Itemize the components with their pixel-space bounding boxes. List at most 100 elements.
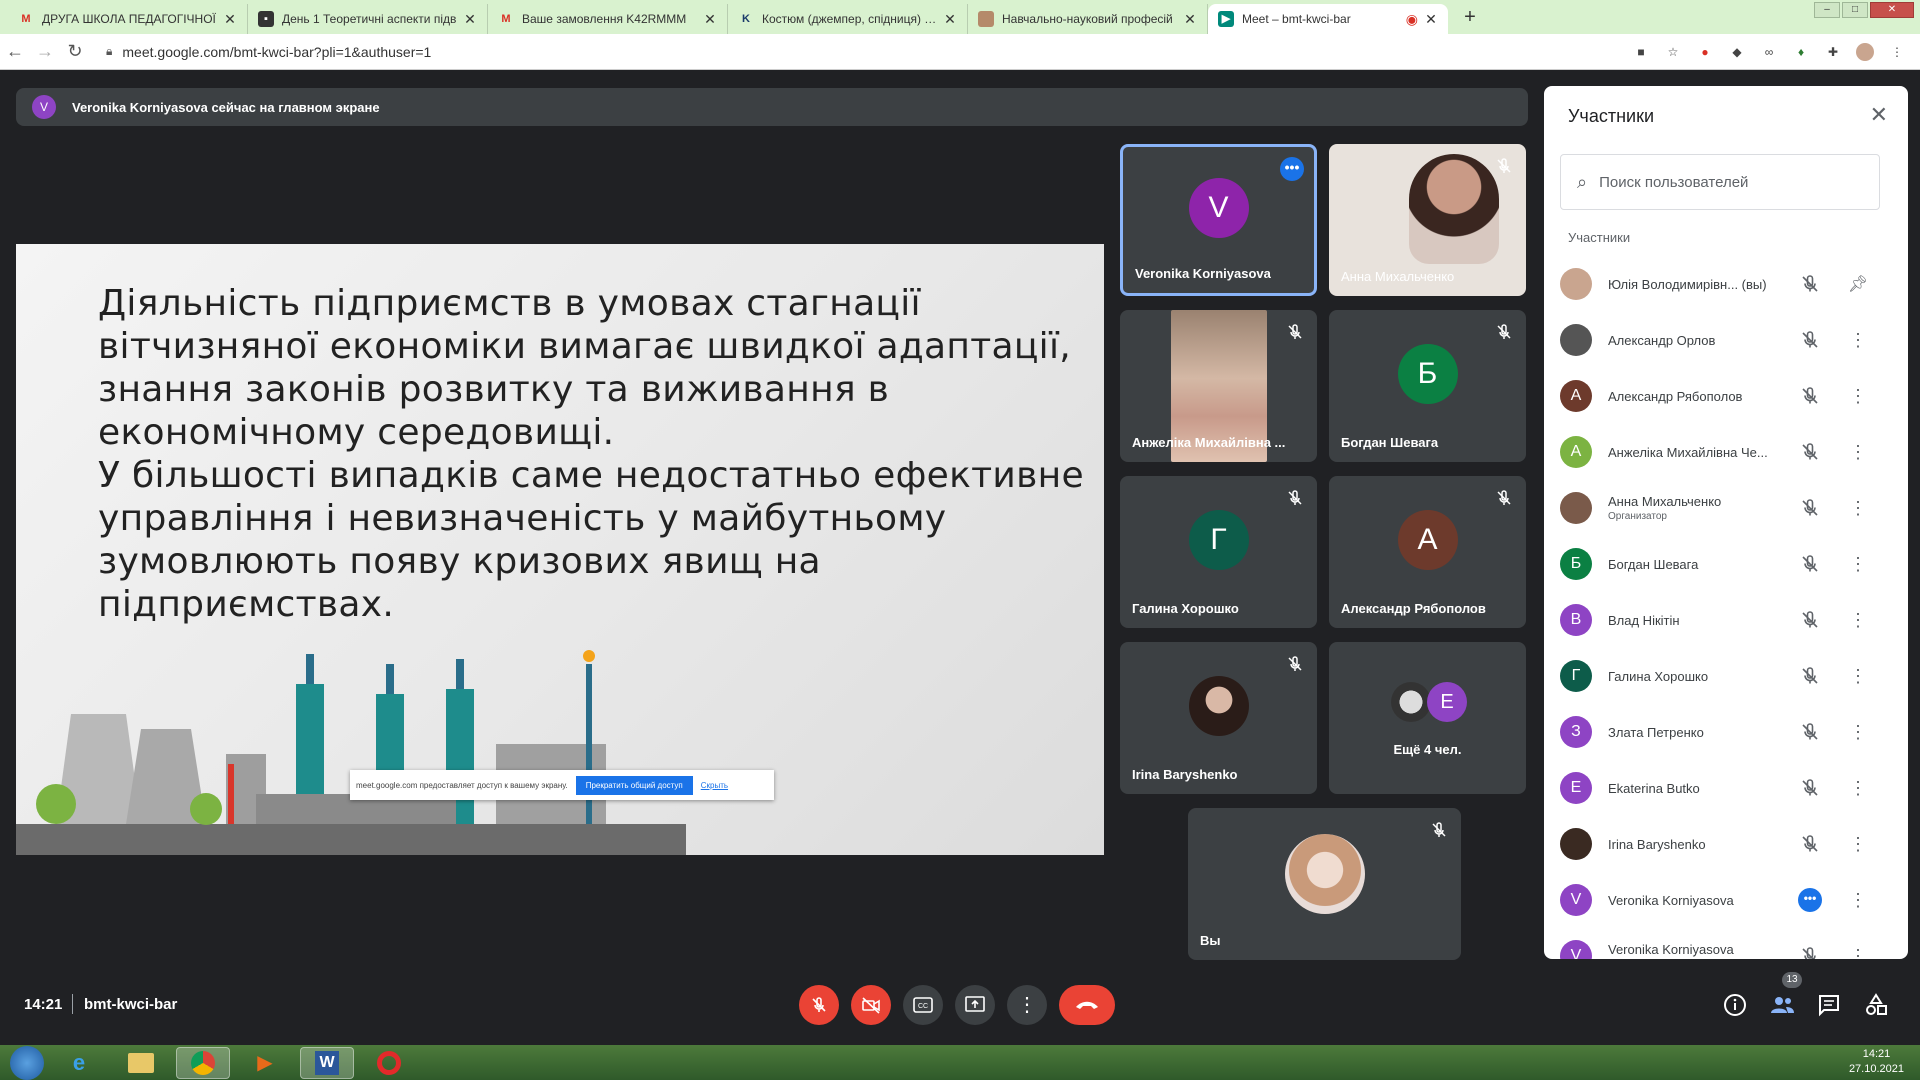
mic-toggle-button[interactable] [799, 985, 839, 1025]
chrome-icon[interactable] [176, 1046, 230, 1079]
browser-tab[interactable]: ▪ День 1 Теоретичні аспекти підв ✕ [248, 4, 488, 34]
close-window-button[interactable]: ✕ [1870, 2, 1914, 18]
participant-list-item[interactable]: Юлія Володимирівн... (вы) 📌︎ [1560, 256, 1890, 312]
participant-tile[interactable]: Б Богдан Шевага [1329, 310, 1526, 462]
opera-icon[interactable] [362, 1047, 416, 1079]
presentation-banner: V Veronika Korniyasova сейчас на главном… [16, 88, 1528, 126]
menu-icon[interactable]: ⋮ [1888, 43, 1906, 61]
maximize-button[interactable]: □ [1842, 2, 1868, 18]
camera-toggle-button[interactable] [851, 985, 891, 1025]
participant-list: Юлія Володимирівн... (вы) 📌︎ Александр Орл… [1560, 256, 1890, 959]
participant-tile[interactable]: Анна Михальченко [1329, 144, 1526, 296]
mic-off-icon [1802, 835, 1818, 852]
more-options-icon[interactable]: ⋮ [1846, 330, 1870, 351]
more-options-icon[interactable]: ⋮ [1846, 778, 1870, 799]
puzzle-icon[interactable]: ✚ [1824, 43, 1842, 61]
forward-icon[interactable]: → [30, 41, 60, 62]
meeting-details-icon[interactable] [1722, 992, 1748, 1018]
more-participants-tile[interactable]: E Ещё 4 чел. [1329, 642, 1526, 794]
more-options-icon[interactable]: ⋮ [1846, 890, 1870, 911]
new-tab-button[interactable]: + [1456, 4, 1484, 32]
participant-name-text: Veronika Korniyasova [1608, 942, 1734, 957]
hide-link[interactable]: Скрыть [701, 781, 728, 790]
url-field[interactable]: 🔒︎ meet.google.com/bmt-kwci-bar?pli=1&au… [98, 38, 1632, 66]
back-icon[interactable]: ← [0, 41, 30, 62]
browser-tab[interactable]: M ДРУГА ШКОЛА ПЕДАГОГІЧНОЇ ✕ [8, 4, 248, 34]
more-options-icon[interactable]: ⋮ [1846, 722, 1870, 743]
participant-list-item[interactable]: А Анжеліка Михайлівна Че... ⋮ [1560, 424, 1890, 480]
browser-tab-active[interactable]: ▶ Meet – bmt-kwci-bar ◉ ✕ [1208, 4, 1448, 34]
search-input[interactable]: ⌕ Поиск пользователей [1560, 154, 1880, 210]
people-icon[interactable] [1769, 992, 1795, 1018]
more-options-icon[interactable]: ⋮ [1846, 554, 1870, 575]
stop-sharing-button[interactable]: Прекратить общий доступ [575, 775, 693, 795]
speaking-indicator-icon: ••• [1280, 157, 1304, 181]
leave-call-button[interactable] [1059, 985, 1115, 1025]
camera-blocked-icon[interactable]: ■ [1632, 43, 1650, 61]
close-tab-icon[interactable]: ✕ [1424, 11, 1438, 28]
participant-name: Богдан Шевага [1608, 557, 1788, 572]
more-options-icon[interactable]: ⋮ [1846, 834, 1870, 855]
hang-up-icon [1076, 1001, 1098, 1009]
participant-list-item[interactable]: Александр Орлов ⋮ [1560, 312, 1890, 368]
extension-icon[interactable]: ♦ [1792, 43, 1810, 61]
participant-tile[interactable]: А Александр Рябополов [1329, 476, 1526, 628]
file-explorer-icon[interactable] [114, 1047, 168, 1079]
participant-name: Юлія Володимирівн... (вы) [1608, 277, 1788, 292]
close-tab-icon[interactable]: ✕ [223, 11, 237, 28]
more-options-icon[interactable]: ⋮ [1846, 498, 1870, 519]
profile-avatar[interactable] [1856, 42, 1874, 61]
participant-list-item[interactable]: Г Галина Хорошко ⋮ [1560, 648, 1890, 704]
close-tab-icon[interactable]: ✕ [943, 11, 957, 28]
start-button[interactable] [10, 1045, 44, 1080]
chat-icon[interactable] [1816, 992, 1842, 1018]
participant-tile[interactable]: V ••• Veronika Korniyasova [1120, 144, 1317, 296]
present-button[interactable] [955, 985, 995, 1025]
system-clock[interactable]: 14:21 27.10.2021 [1849, 1047, 1904, 1077]
participant-name: Veronika Korniyasova [1608, 893, 1788, 908]
more-options-button[interactable]: ⋮ [1007, 985, 1047, 1025]
more-options-icon[interactable]: ⋮ [1846, 946, 1870, 960]
browser-tab[interactable]: Навчально-науковий професій ✕ [968, 4, 1208, 34]
browser-tab[interactable]: K Костюм (джемпер, спідниця) Ва ✕ [728, 4, 968, 34]
participant-tile[interactable]: Анжеліка Михайлівна ... [1120, 310, 1317, 462]
participant-list-item[interactable]: З Злата Петренко ⋮ [1560, 704, 1890, 760]
participant-list-item[interactable]: E Ekaterina Butko ⋮ [1560, 760, 1890, 816]
participant-list-item[interactable]: Irina Baryshenko ⋮ [1560, 816, 1890, 872]
activities-icon[interactable] [1863, 992, 1889, 1018]
slide-line: економічному середовищі. [98, 412, 615, 453]
glasses-extension-icon[interactable]: ∞ [1760, 43, 1778, 61]
participant-tile[interactable]: Г Галина Хорошко [1120, 476, 1317, 628]
participant-tile[interactable]: Irina Baryshenko [1120, 642, 1317, 794]
close-tab-icon[interactable]: ✕ [463, 11, 477, 28]
word-icon[interactable]: W [300, 1046, 354, 1079]
internet-explorer-icon[interactable]: e [52, 1047, 106, 1079]
pin-icon[interactable]: 📌︎ [1846, 274, 1870, 294]
captions-button[interactable]: CC [903, 985, 943, 1025]
participant-name-text: Александр Рябополов [1608, 388, 1743, 404]
media-player-icon[interactable]: ▶ [238, 1047, 292, 1079]
more-options-icon[interactable]: ⋮ [1846, 610, 1870, 631]
self-tile[interactable]: Вы [1188, 808, 1461, 960]
participant-list-item[interactable]: Б Богдан Шевага ⋮ [1560, 536, 1890, 592]
participant-count-badge: 13 [1782, 972, 1802, 988]
more-options-icon[interactable]: ⋮ [1846, 442, 1870, 463]
participant-list-item[interactable]: V Veronika Korniyasova ••• ⋮ [1560, 872, 1890, 928]
presented-screen: Діяльність підприємств в умовах стагнаці… [16, 244, 1104, 855]
participant-list-item[interactable]: В Влад Нікітін ⋮ [1560, 592, 1890, 648]
extension-icon[interactable]: ◆ [1728, 43, 1746, 61]
browser-tab[interactable]: M Ваше замовлення K42RMMM ✕ [488, 4, 728, 34]
minimize-button[interactable]: – [1814, 2, 1840, 18]
more-options-icon[interactable]: ⋮ [1846, 666, 1870, 687]
close-icon[interactable]: ✕ [1870, 102, 1888, 128]
participant-list-item[interactable]: А Александр Рябополов ⋮ [1560, 368, 1890, 424]
participant-list-item[interactable]: Анна Михальченко Организатор ⋮ [1560, 480, 1890, 536]
close-tab-icon[interactable]: ✕ [1183, 11, 1197, 28]
opera-extension-icon[interactable]: ● [1696, 43, 1714, 61]
close-tab-icon[interactable]: ✕ [703, 11, 717, 28]
reload-icon[interactable]: ↻ [60, 41, 90, 62]
speaking-indicator-icon: ••• [1798, 888, 1822, 912]
bookmark-star-icon[interactable]: ☆ [1664, 43, 1682, 61]
participant-list-item[interactable]: V Veronika KorniyasovaПоказ ⋮ [1560, 928, 1890, 959]
more-options-icon[interactable]: ⋮ [1846, 386, 1870, 407]
